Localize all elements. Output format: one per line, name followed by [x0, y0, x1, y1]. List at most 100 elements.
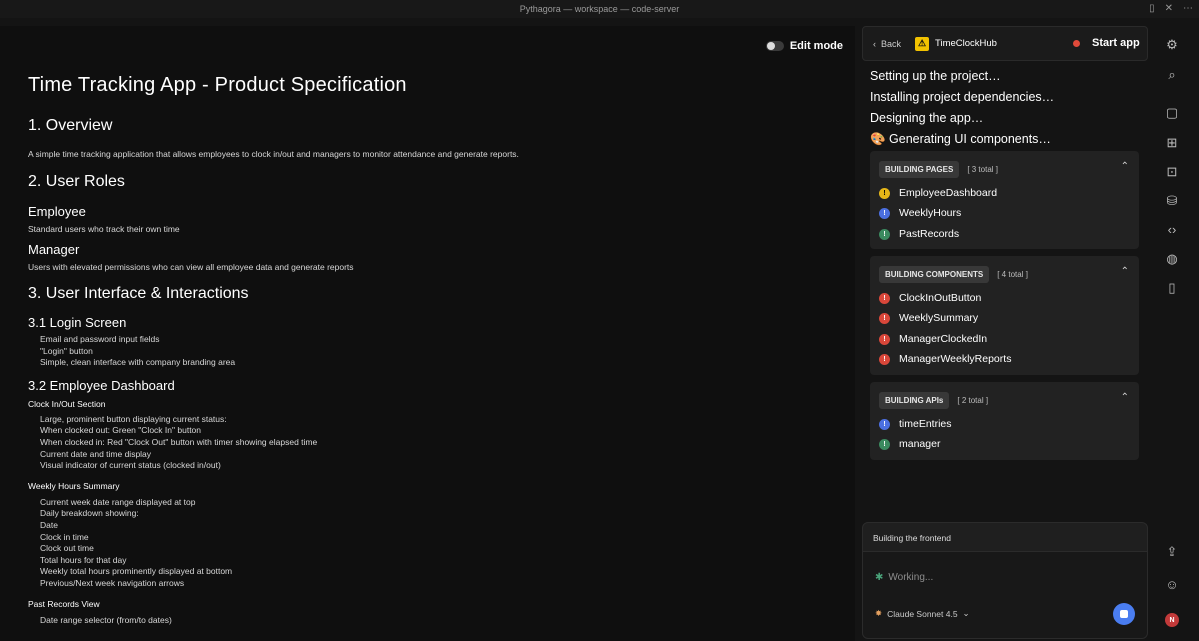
- stop-button[interactable]: [1113, 603, 1135, 625]
- warning-icon: !: [879, 187, 890, 199]
- item-label: WeeklySummary: [899, 312, 979, 324]
- section-ui-title: 3. User Interface & Interactions: [28, 285, 249, 302]
- file-icon[interactable]: ▢: [1164, 105, 1180, 121]
- list-item: Large, prominent button displaying curre…: [40, 413, 227, 424]
- code-icon[interactable]: ‹›: [1164, 222, 1180, 238]
- list-item: Total hours for that day: [40, 554, 127, 565]
- item-label: manager: [899, 438, 941, 450]
- list-item: ! WeeklySummary: [879, 312, 978, 324]
- list-item: Daily breakdown showing:: [40, 508, 139, 519]
- role-manager-title: Manager: [28, 242, 80, 257]
- list-item: ! ClockInOutButton: [879, 292, 981, 304]
- error-icon: !: [879, 292, 890, 304]
- working-indicator: ✱ Working...: [875, 572, 933, 583]
- info-icon: !: [879, 418, 890, 430]
- building-pages-card[interactable]: BUILDING PAGES [ 3 total ] ⌃ ! EmployeeDa…: [870, 151, 1139, 249]
- status-text: Building the frontend: [873, 533, 951, 543]
- status-dot-icon: [1073, 40, 1080, 47]
- card-label: BUILDING PAGES: [879, 161, 960, 178]
- lock-icon[interactable]: ⊡: [1164, 164, 1180, 180]
- layout-icon[interactable]: ⊞: [1164, 135, 1180, 151]
- chevron-up-icon[interactable]: ⌃: [1121, 392, 1129, 403]
- list-item: Weekly total hours prominently displayed…: [40, 566, 233, 577]
- list-item: ! ManagerClockedIn: [879, 333, 987, 345]
- clock-section-title: Clock In/Out Section: [28, 398, 106, 409]
- search-icon[interactable]: ⌕: [1164, 67, 1180, 83]
- list-item: ! ManagerWeeklyReports: [879, 353, 1011, 365]
- list-item: Date range selector (from/to dates): [40, 614, 172, 625]
- globe-icon[interactable]: ◍: [1164, 251, 1180, 267]
- list-item: Visual indicator of current status (cloc…: [40, 460, 221, 471]
- working-text: Working...: [888, 572, 934, 583]
- model-selector[interactable]: ✸ Claude Sonnet 4.5 ⌄: [875, 608, 970, 619]
- panel-topbar: ‹ Back ⚠ TimeClockHub Start app: [862, 26, 1148, 61]
- progress-list: Setting up the project… Installing proje…: [870, 66, 1054, 150]
- error-icon: !: [879, 312, 890, 324]
- edit-mode-toggle[interactable]: Edit mode: [765, 40, 843, 52]
- chat-input-box[interactable]: ✱ Working... ✸ Claude Sonnet 4.5 ⌄: [862, 551, 1148, 639]
- spec-document: Edit mode Time Tracking App - Product Sp…: [0, 26, 855, 641]
- card-label: BUILDING COMPONENTS: [879, 266, 990, 283]
- sparkle-icon: ✸: [875, 608, 883, 618]
- split-icon[interactable]: ▯: [1149, 0, 1155, 18]
- doc-content: Time Tracking App - Product Specificatio…: [28, 74, 828, 626]
- section-overview-title: 1. Overview: [28, 117, 113, 134]
- close-icon[interactable]: ✕: [1165, 0, 1173, 18]
- users-icon[interactable]: ☺: [1164, 577, 1180, 593]
- doc-title: Time Tracking App - Product Specificatio…: [28, 74, 407, 96]
- card-header: BUILDING COMPONENTS [ 4 total ]: [879, 266, 1028, 283]
- item-label: PastRecords: [899, 228, 960, 240]
- card-label: BUILDING APIs: [879, 392, 950, 409]
- card-count: [ 3 total ]: [967, 165, 998, 174]
- chevron-left-icon: ‹: [873, 38, 876, 49]
- start-app-button[interactable]: Start app: [1092, 37, 1140, 49]
- window-titlebar: Pythagora — workspace — code-server ▯ ✕ …: [0, 0, 1199, 18]
- item-label: EmployeeDashboard: [899, 187, 998, 199]
- item-label: ManagerClockedIn: [899, 333, 988, 345]
- list-item: ! PastRecords: [879, 228, 959, 240]
- avatar[interactable]: N: [1165, 613, 1179, 627]
- list-item: Current date and time display: [40, 448, 152, 459]
- login-screen-title: 3.1 Login Screen: [28, 315, 127, 330]
- back-button[interactable]: ‹ Back: [873, 39, 901, 49]
- spinner-icon: ✱: [875, 572, 884, 583]
- toggle-switch[interactable]: [765, 41, 784, 51]
- model-name: Claude Sonnet 4.5: [887, 608, 958, 619]
- window-title: Pythagora — workspace — code-server: [519, 4, 680, 14]
- chevron-down-icon: ⌄: [962, 608, 970, 618]
- employee-dashboard-title: 3.2 Employee Dashboard: [28, 377, 175, 393]
- error-icon: !: [879, 333, 890, 345]
- list-item: Email and password input fields: [40, 334, 160, 344]
- activity-bar: ⚙ ⌕ ▢ ⊞ ⊡ ⛁ ‹› ◍ ▯ ⇪ ☺ N: [1152, 26, 1199, 641]
- pythagora-panel: ‹ Back ⚠ TimeClockHub Start app Setting u…: [862, 26, 1148, 641]
- rocket-icon[interactable]: ⇪: [1164, 544, 1180, 560]
- back-label: Back: [881, 38, 902, 49]
- progress-line: Designing the app…: [870, 111, 984, 125]
- item-label: WeeklyHours: [899, 207, 962, 219]
- role-manager-text: Users with elevated permissions who can …: [28, 262, 354, 272]
- role-employee-text: Standard users who track their own time: [28, 224, 180, 234]
- window-controls: ▯ ✕ ⋯: [1149, 0, 1193, 18]
- more-icon[interactable]: ⋯: [1183, 0, 1193, 18]
- card-header: BUILDING PAGES [ 3 total ]: [879, 161, 998, 178]
- card-count: [ 2 total ]: [957, 396, 989, 405]
- chevron-up-icon[interactable]: ⌃: [1121, 161, 1129, 172]
- chevron-up-icon[interactable]: ⌃: [1121, 266, 1129, 277]
- item-label: timeEntries: [899, 418, 952, 430]
- building-apis-card[interactable]: BUILDING APIs [ 2 total ] ⌃ ! timeEntries…: [870, 382, 1139, 460]
- success-icon: !: [879, 438, 890, 450]
- gear-icon[interactable]: ⚙: [1164, 37, 1180, 53]
- past-section-list: Date range selector (from/to dates): [28, 615, 828, 627]
- card-count: [ 4 total ]: [997, 270, 1028, 279]
- past-section-title: Past Records View: [28, 598, 100, 609]
- list-item: Current week date range displayed at top: [40, 496, 196, 507]
- list-item: Clock out time: [40, 543, 94, 554]
- database-icon[interactable]: ⛁: [1164, 193, 1180, 209]
- edit-mode-label: Edit mode: [789, 40, 843, 52]
- app-logo-icon: ⚠: [915, 36, 930, 51]
- document-warning-icon[interactable]: ▯: [1164, 280, 1180, 296]
- info-icon: !: [879, 207, 890, 219]
- progress-line: Installing project dependencies…: [870, 90, 1055, 104]
- error-icon: !: [879, 353, 890, 365]
- building-components-card[interactable]: BUILDING COMPONENTS [ 4 total ] ⌃ ! Clock…: [870, 256, 1139, 375]
